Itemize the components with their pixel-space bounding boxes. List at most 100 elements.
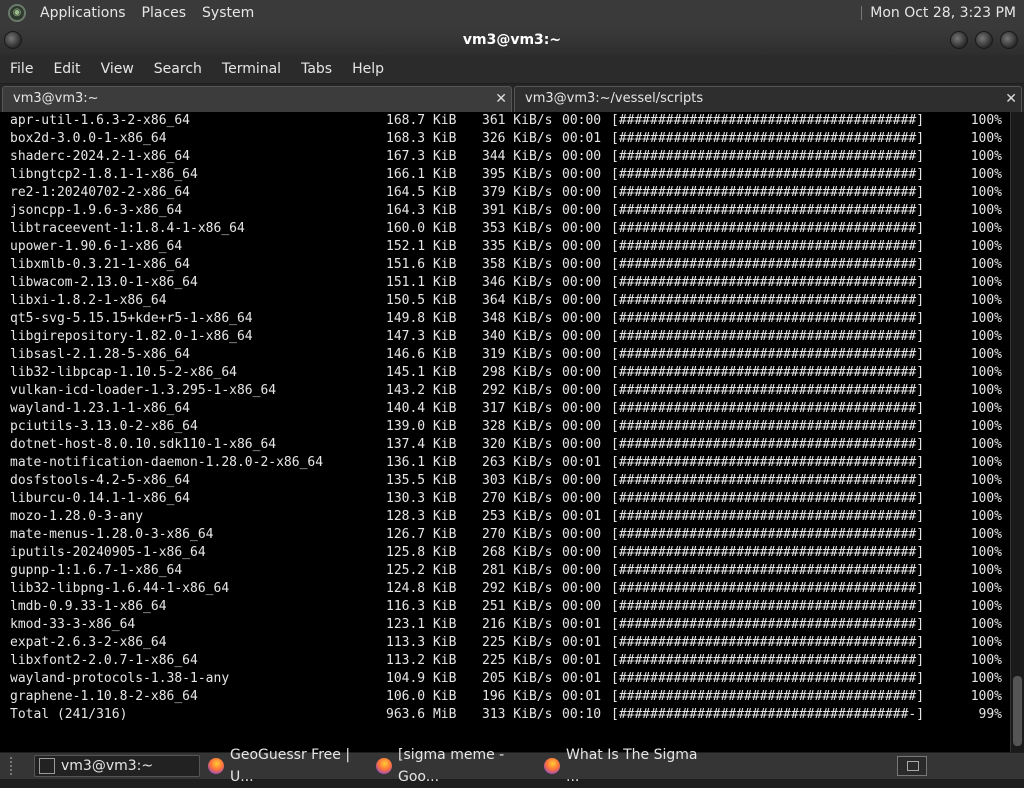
elapsed-time: 00:00 <box>562 221 602 236</box>
elapsed-time: 00:00 <box>562 113 602 128</box>
download-size: 152.1 KiB <box>386 239 457 254</box>
terminal-output[interactable]: apr-util-1.6.3-2-x86_64 168.7 KiB 361 KiB/… <box>0 112 1010 752</box>
package-name: lib32-libpng-1.6.44-1-x86_64 <box>10 581 230 596</box>
mate-logo-icon[interactable]: ◉ <box>8 3 26 22</box>
transfer-rate: 320 KiB/s <box>482 437 553 452</box>
progress-bar-text: [######################################] <box>611 239 925 254</box>
transfer-rate: 379 KiB/s <box>482 185 553 200</box>
progress-percent: 100% <box>970 185 1002 200</box>
progress-bar-text: [######################################] <box>611 473 925 488</box>
progress-bar-text: [######################################] <box>611 221 925 236</box>
terminal-row: iputils-20240905-1-x86_64 125.8 KiB 268 Ki… <box>0 544 1010 562</box>
download-size: 963.6 MiB <box>386 707 457 722</box>
menu-terminal[interactable]: Terminal <box>212 61 291 77</box>
elapsed-time: 00:00 <box>562 491 602 506</box>
package-name: qt5-svg-5.15.15+kde+r5-1-x86_64 <box>10 311 253 326</box>
terminal-scrollbar[interactable] <box>1010 112 1024 752</box>
progress-percent: 100% <box>970 635 1002 650</box>
progress-percent: 100% <box>970 311 1002 326</box>
package-name: liburcu-0.14.1-1-x86_64 <box>10 491 191 506</box>
menu-help[interactable]: Help <box>342 61 394 77</box>
terminal-row: dosfstools-4.2-5-x86_64 135.5 KiB 303 KiB/… <box>0 472 1010 490</box>
progress-percent: 100% <box>970 527 1002 542</box>
elapsed-time: 00:10 <box>562 707 602 722</box>
show-desktop-button[interactable] <box>897 756 927 776</box>
tab-label: vm3@vm3:~/vessel/scripts <box>525 91 704 106</box>
close-tab-icon[interactable]: ✕ <box>1005 87 1017 111</box>
taskbar-item-geoguessr[interactable]: GeoGuessr Free | U... <box>204 747 370 785</box>
minimize-button[interactable] <box>950 31 968 49</box>
taskbar-item-terminal[interactable]: vm3@vm3:~ <box>34 755 200 777</box>
download-size: 128.3 KiB <box>386 509 457 524</box>
terminal-row: qt5-svg-5.15.15+kde+r5-1-x86_64 149.8 KiB… <box>0 310 1010 328</box>
transfer-rate: 270 KiB/s <box>482 491 553 506</box>
terminal-row: wayland-protocols-1.38-1-any 104.9 KiB 205… <box>0 670 1010 688</box>
elapsed-time: 00:01 <box>562 653 602 668</box>
progress-percent: 100% <box>970 509 1002 524</box>
taskbar-item-what-is-sigma[interactable]: What Is The Sigma ... <box>540 747 706 785</box>
transfer-rate: 317 KiB/s <box>482 401 553 416</box>
package-name: dotnet-host-8.0.10.sdk110-1-x86_64 <box>10 437 277 452</box>
maximize-button[interactable] <box>975 31 993 49</box>
menu-tabs[interactable]: Tabs <box>291 61 342 77</box>
scrollbar-thumb[interactable] <box>1013 676 1022 746</box>
taskbar-grip[interactable] <box>10 757 18 775</box>
firefox-icon <box>544 758 560 774</box>
terminal-row: libngtcp2-1.8.1-1-x86_64 166.1 KiB 395 KiB… <box>0 166 1010 184</box>
menu-edit[interactable]: Edit <box>43 61 90 77</box>
transfer-rate: 328 KiB/s <box>482 419 553 434</box>
transfer-rate: 263 KiB/s <box>482 455 553 470</box>
package-name: shaderc-2024.2-1-x86_64 <box>10 149 191 164</box>
progress-percent: 100% <box>970 167 1002 182</box>
progress-percent: 100% <box>970 131 1002 146</box>
applications-menu[interactable]: Applications <box>32 5 134 21</box>
progress-percent: 100% <box>970 437 1002 452</box>
panel-separator <box>861 5 863 20</box>
progress-bar-text: [######################################] <box>611 527 925 542</box>
clock[interactable]: Mon Oct 28, 3:23 PM <box>870 5 1016 21</box>
taskbar-item-sigma-search[interactable]: [sigma meme - Goo... <box>372 747 538 785</box>
download-size: 168.3 KiB <box>386 131 457 146</box>
progress-percent: 100% <box>970 617 1002 632</box>
download-size: 151.1 KiB <box>386 275 457 290</box>
progress-bar-text: [######################################] <box>611 455 925 470</box>
terminal-row: mate-menus-1.28.0-3-x86_64 126.7 KiB 270 K… <box>0 526 1010 544</box>
elapsed-time: 00:00 <box>562 149 602 164</box>
package-name: vulkan-icd-loader-1.3.295-1-x86_64 <box>10 383 277 398</box>
terminal-row: graphene-1.10.8-2-x86_64 106.0 KiB 196 KiB… <box>0 688 1010 706</box>
elapsed-time: 00:01 <box>562 689 602 704</box>
window-titlebar[interactable]: vm3@vm3:~ <box>0 25 1024 55</box>
system-menu[interactable]: System <box>194 5 262 21</box>
package-name: libtraceevent-1:1.8.4-1-x86_64 <box>10 221 245 236</box>
menu-search[interactable]: Search <box>144 61 212 77</box>
package-name: pciutils-3.13.0-2-x86_64 <box>10 419 198 434</box>
download-size: 135.5 KiB <box>386 473 457 488</box>
elapsed-time: 00:00 <box>562 239 602 254</box>
download-size: 125.8 KiB <box>386 545 457 560</box>
progress-bar-text: [######################################] <box>611 311 925 326</box>
menu-view[interactable]: View <box>91 61 144 77</box>
download-size: 106.0 KiB <box>386 689 457 704</box>
menubar: File Edit View Search Terminal Tabs Help <box>0 55 1024 83</box>
progress-bar-text: [######################################] <box>611 689 925 704</box>
download-size: 136.1 KiB <box>386 455 457 470</box>
close-window-button[interactable] <box>1000 31 1018 49</box>
elapsed-time: 00:00 <box>562 293 602 308</box>
tab-vessel-scripts[interactable]: vm3@vm3:~/vessel/scripts ✕ <box>514 86 1022 112</box>
menu-file[interactable]: File <box>0 61 43 77</box>
places-menu[interactable]: Places <box>134 5 195 21</box>
elapsed-time: 00:01 <box>562 131 602 146</box>
download-size: 126.7 KiB <box>386 527 457 542</box>
progress-percent: 100% <box>970 239 1002 254</box>
progress-percent: 100% <box>970 275 1002 290</box>
progress-bar-text: [######################################] <box>611 329 925 344</box>
progress-bar-text: [######################################] <box>611 203 925 218</box>
progress-bar-text: [######################################] <box>611 617 925 632</box>
elapsed-time: 00:01 <box>562 509 602 524</box>
close-tab-icon[interactable]: ✕ <box>495 87 507 111</box>
progress-percent: 100% <box>970 257 1002 272</box>
download-size: 113.2 KiB <box>386 653 457 668</box>
tab-home[interactable]: vm3@vm3:~ ✕ <box>2 86 512 112</box>
terminal-row: box2d-3.0.0-1-x86_64 168.3 KiB 326 KiB/s 00… <box>0 130 1010 148</box>
progress-percent: 100% <box>970 599 1002 614</box>
